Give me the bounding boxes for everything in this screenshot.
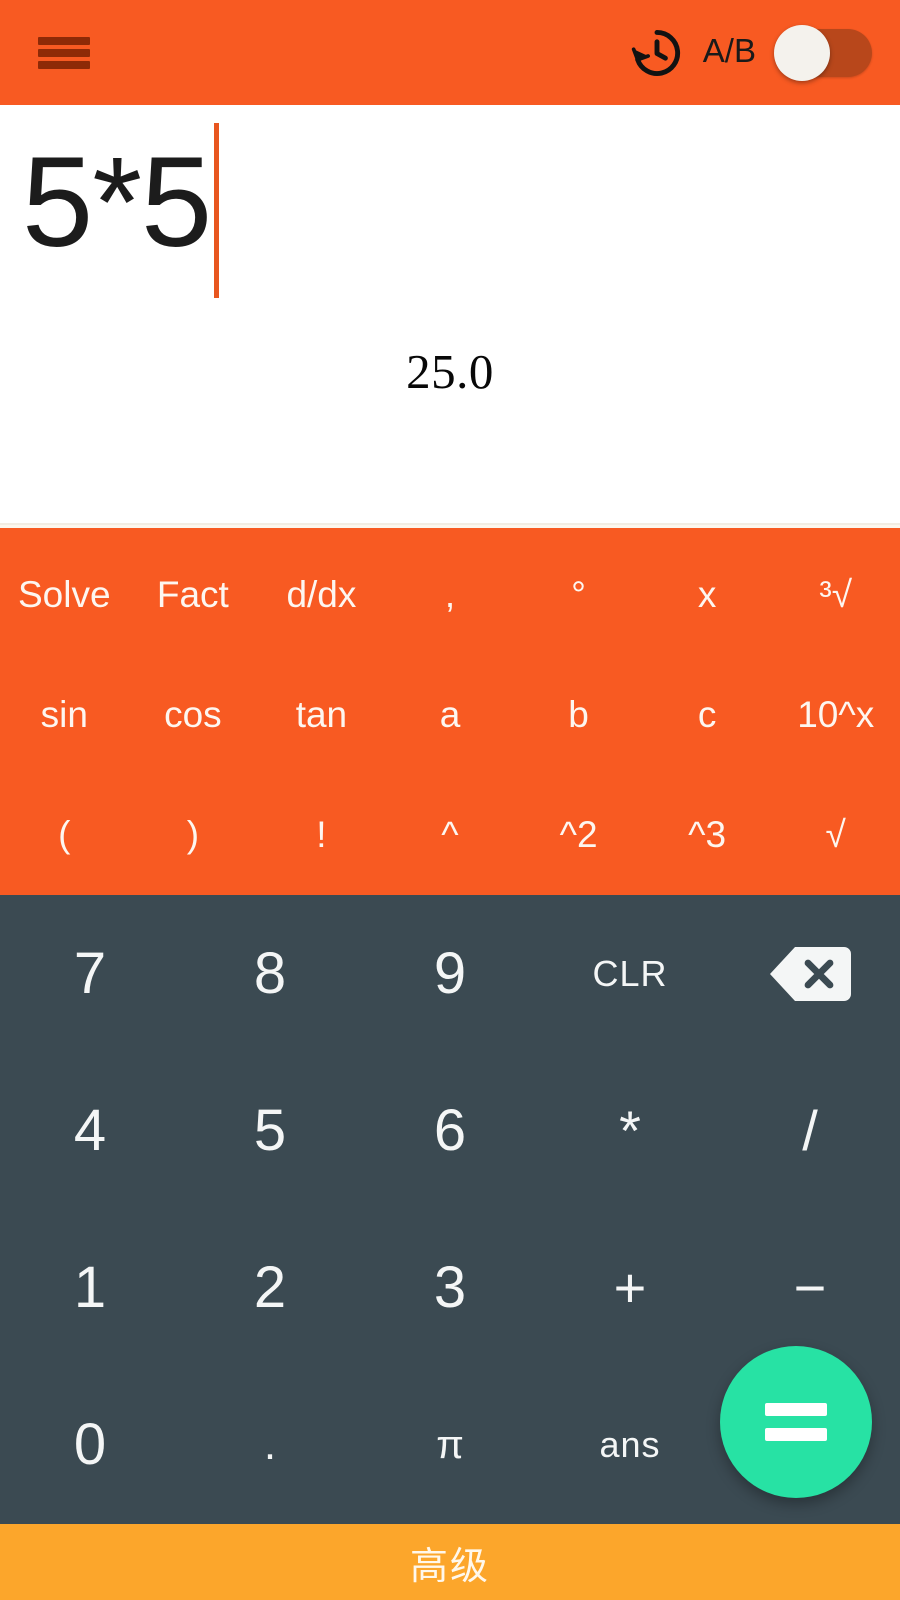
key-minus[interactable]: −: [720, 1260, 900, 1316]
fn-key-fact[interactable]: Fact: [129, 576, 258, 613]
hamburger-bar: [38, 36, 90, 45]
key-plus[interactable]: +: [540, 1260, 720, 1316]
fn-key-tan[interactable]: tan: [257, 696, 386, 733]
key-clear[interactable]: CLR: [540, 955, 720, 992]
key-digit-1[interactable]: 1: [0, 1259, 180, 1317]
function-panel: Solve Fact d/dx , ° x ³√ sin cos tan a b…: [0, 525, 900, 895]
fn-key-solve[interactable]: Solve: [0, 576, 129, 613]
key-digit-4[interactable]: 4: [0, 1101, 180, 1160]
fn-key-comma[interactable]: ,: [386, 576, 515, 613]
fn-key-cube[interactable]: ^3: [643, 816, 772, 853]
hamburger-bar: [38, 48, 90, 57]
calculator-app: A/B 5*5 25.0 Solve Fact d/dx , ° x ³√ si…: [0, 0, 900, 1600]
key-digit-7[interactable]: 7: [0, 944, 180, 1003]
fn-key-square-root[interactable]: √: [771, 816, 900, 853]
advanced-mode-label: 高级: [409, 1543, 490, 1588]
key-digit-0[interactable]: 0: [0, 1416, 180, 1474]
text-caret: [214, 123, 220, 298]
key-digit-8[interactable]: 8: [180, 944, 360, 1003]
key-pi[interactable]: π: [360, 1425, 540, 1465]
app-bar: A/B: [0, 0, 900, 105]
expression-text[interactable]: 5*5: [22, 123, 212, 283]
fn-key-cube-root[interactable]: ³√: [771, 576, 900, 613]
key-multiply[interactable]: *: [540, 1102, 720, 1159]
keypad-row-2: 4 5 6 * /: [0, 1052, 900, 1209]
fn-key-sin[interactable]: sin: [0, 696, 129, 733]
hamburger-bar: [38, 60, 90, 69]
fn-key-factorial[interactable]: !: [257, 816, 386, 853]
key-divide[interactable]: /: [720, 1102, 900, 1159]
expression-row: 5*5: [22, 123, 220, 298]
key-decimal-point[interactable]: .: [180, 1423, 360, 1467]
equals-icon: [765, 1403, 827, 1441]
fn-key-close-paren[interactable]: ): [129, 816, 258, 853]
function-row-1: Solve Fact d/dx , ° x ³√: [0, 534, 900, 654]
backspace-icon[interactable]: [720, 945, 900, 1003]
display-area[interactable]: 5*5 25.0: [0, 105, 900, 525]
key-digit-2[interactable]: 2: [180, 1259, 360, 1317]
key-digit-3[interactable]: 3: [360, 1259, 540, 1317]
hamburger-menu-icon[interactable]: [38, 33, 90, 73]
ab-mode-toggle[interactable]: [774, 24, 872, 81]
toggle-thumb: [774, 24, 830, 81]
key-answer[interactable]: ans: [540, 1427, 720, 1463]
keypad-row-1: 7 8 9 CLR: [0, 895, 900, 1052]
equals-bar: [765, 1428, 827, 1441]
fn-key-variable-a[interactable]: a: [386, 696, 515, 733]
fn-key-degree[interactable]: °: [514, 576, 643, 613]
key-digit-6[interactable]: 6: [360, 1101, 540, 1160]
numeric-keypad: 7 8 9 CLR 4 5 6 * / 1 2 3 + − 0 . π ans: [0, 895, 900, 1524]
keypad-row-3: 1 2 3 + −: [0, 1210, 900, 1367]
fn-key-open-paren[interactable]: (: [0, 816, 129, 853]
app-bar-actions: A/B: [629, 24, 872, 81]
advanced-mode-bar[interactable]: 高级: [0, 1524, 900, 1600]
fn-key-cos[interactable]: cos: [129, 696, 258, 733]
equals-button[interactable]: [720, 1346, 872, 1498]
equals-bar: [765, 1403, 827, 1416]
key-digit-9[interactable]: 9: [360, 944, 540, 1003]
function-row-3: ( ) ! ^ ^2 ^3 √: [0, 775, 900, 895]
fn-key-ten-pow-x[interactable]: 10^x: [771, 696, 900, 733]
fn-key-ddx[interactable]: d/dx: [257, 576, 386, 613]
fn-key-power[interactable]: ^: [386, 816, 515, 853]
ab-mode-label: A/B: [702, 32, 756, 69]
fn-key-variable-b[interactable]: b: [514, 696, 643, 733]
key-digit-5[interactable]: 5: [180, 1101, 360, 1160]
fn-key-square[interactable]: ^2: [514, 816, 643, 853]
history-restore-icon[interactable]: [629, 25, 685, 81]
function-row-2: sin cos tan a b c 10^x: [0, 654, 900, 774]
result-text: 25.0: [406, 344, 494, 399]
fn-key-variable-c[interactable]: c: [643, 696, 772, 733]
fn-key-variable-x[interactable]: x: [643, 576, 772, 613]
